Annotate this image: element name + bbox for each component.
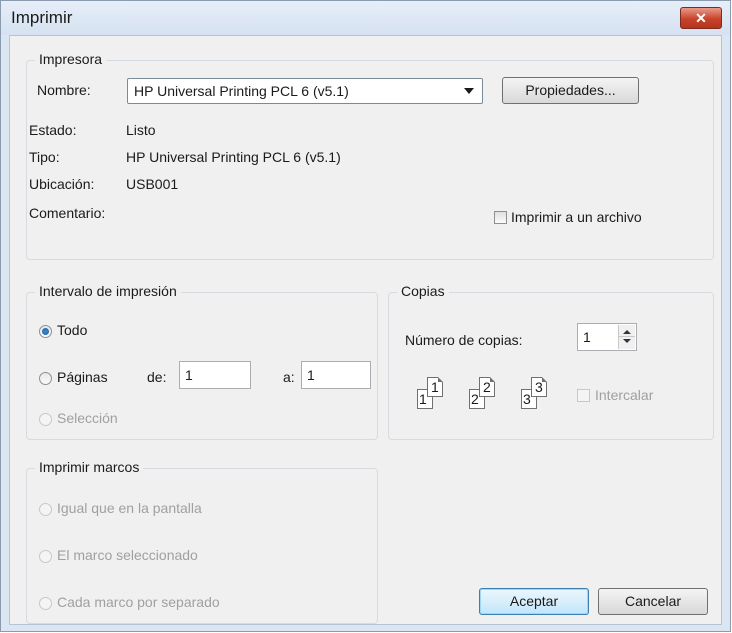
copies-legend: Copias [397,283,449,299]
to-label: a: [283,369,295,385]
status-value: Listo [126,122,156,138]
page-number: 1 [419,391,427,407]
printer-name-select[interactable]: HP Universal Printing PCL 6 (v5.1) [127,78,483,104]
range-selection-label[interactable]: Selección [57,410,118,426]
print-frames-legend: Imprimir marcos [35,459,144,475]
range-all-label[interactable]: Todo [57,322,87,338]
to-page-input[interactable]: 1 [301,361,371,389]
frames-as-screen-radio[interactable] [39,503,52,516]
copies-count-value: 1 [583,329,591,345]
collate-label[interactable]: Intercalar [595,387,653,403]
spin-down-icon[interactable] [623,339,631,343]
copies-count-spinner[interactable]: 1 [577,323,637,351]
from-page-value: 1 [185,367,193,383]
printer-group-legend: Impresora [35,51,107,67]
collate-checkbox[interactable] [577,389,590,402]
print-frames-group: Imprimir marcos Igual que en la pantalla… [26,459,378,624]
printer-name-label: Nombre: [37,82,91,98]
print-to-file-checkbox[interactable] [494,211,507,224]
window-title: Imprimir [11,8,73,27]
dialog-body: Impresora Nombre: HP Universal Printing … [9,35,722,625]
page-number: 3 [535,379,543,395]
close-button[interactable]: ✕ [680,7,722,29]
copies-count-label: Número de copias: [405,332,523,348]
frames-selected-label[interactable]: El marco seleccionado [57,547,198,563]
frames-as-screen-label[interactable]: Igual que en la pantalla [57,500,202,516]
range-pages-label[interactable]: Páginas [57,369,108,385]
title-bar[interactable]: Imprimir ✕ [1,1,730,35]
from-label: de: [147,369,167,385]
print-range-group: Intervalo de impresión Todo Páginas de: … [26,283,378,440]
frames-separately-radio[interactable] [39,597,52,610]
print-dialog: Imprimir ✕ Impresora Nombre: HP Universa… [0,0,731,632]
from-page-input[interactable]: 1 [179,361,251,389]
range-selection-radio[interactable] [39,413,52,426]
status-label: Estado: [29,122,77,138]
print-range-legend: Intervalo de impresión [35,283,181,299]
range-pages-radio[interactable] [39,372,52,385]
page-number: 2 [483,379,491,395]
page-number: 2 [471,391,479,407]
comment-label: Comentario: [29,205,106,221]
copies-group: Copias Número de copias: 1 1 1 2 2 3 3 I… [388,283,714,440]
location-value: USB001 [126,176,179,192]
chevron-down-icon [464,88,474,94]
print-to-file-label[interactable]: Imprimir a un archivo [511,209,642,225]
printer-group: Impresora Nombre: HP Universal Printing … [26,51,714,260]
printer-name-value: HP Universal Printing PCL 6 (v5.1) [134,83,349,99]
frames-selected-radio[interactable] [39,550,52,563]
properties-button[interactable]: Propiedades... [502,77,639,104]
ok-button[interactable]: Aceptar [479,588,589,615]
type-label: Tipo: [29,149,60,165]
page-number: 3 [523,391,531,407]
location-label: Ubicación: [29,176,95,192]
cancel-button[interactable]: Cancelar [598,588,708,615]
page-number: 1 [431,379,439,395]
close-icon: ✕ [695,10,707,26]
type-value: HP Universal Printing PCL 6 (v5.1) [126,149,341,165]
to-page-value: 1 [307,367,315,383]
spinner-arrows-icon[interactable] [618,325,635,349]
spin-up-icon[interactable] [623,330,631,334]
frames-separately-label[interactable]: Cada marco por separado [57,594,220,610]
range-all-radio[interactable] [39,325,52,338]
